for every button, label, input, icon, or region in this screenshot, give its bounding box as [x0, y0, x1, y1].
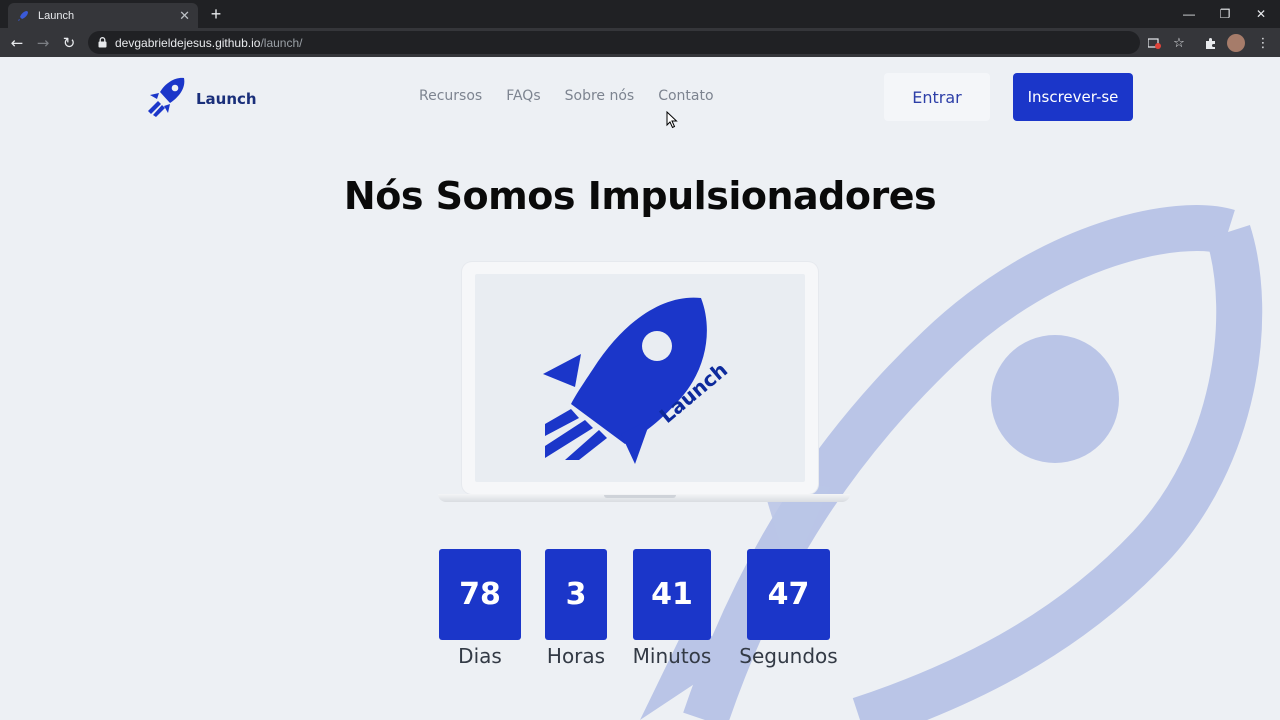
- laptop-screen: Launch: [475, 274, 805, 482]
- signup-button[interactable]: Inscrever-se: [1013, 73, 1133, 121]
- page-content: Launch Recursos FAQs Sobre nós Contato E…: [0, 57, 1280, 720]
- page-title: Nós Somos Impulsionadores: [343, 174, 937, 218]
- logo-text: Launch: [196, 90, 257, 108]
- rocket-favicon-icon: [16, 9, 30, 23]
- tab-close-icon[interactable]: ✕: [179, 8, 190, 24]
- logo[interactable]: Launch: [146, 76, 257, 122]
- laptop-notch: [604, 495, 676, 498]
- restore-button[interactable]: ❐: [1208, 0, 1242, 28]
- url-host: devgabrieldejesus.github.io: [115, 35, 261, 50]
- rocket-logo-icon: [146, 76, 188, 122]
- login-button[interactable]: Entrar: [884, 73, 990, 121]
- extensions-puzzle-icon[interactable]: [1199, 32, 1221, 54]
- countdown-seconds-value: 47: [747, 549, 830, 640]
- blocked-popup-icon[interactable]: [1143, 32, 1165, 54]
- laptop-illustration: Launch: [438, 262, 850, 502]
- main-nav: Recursos FAQs Sobre nós Contato: [419, 88, 714, 104]
- countdown-hours: 3 Horas: [545, 549, 607, 668]
- countdown-days-value: 78: [439, 549, 521, 640]
- new-tab-button[interactable]: +: [206, 4, 226, 24]
- back-icon[interactable]: ←: [4, 30, 30, 56]
- browser-tab[interactable]: Launch ✕: [8, 3, 198, 28]
- nav-link-contato[interactable]: Contato: [658, 88, 713, 104]
- countdown-hours-value: 3: [545, 549, 607, 640]
- launch-rocket-logo-icon: Launch: [543, 297, 732, 464]
- laptop-screen-frame: Launch: [462, 262, 818, 494]
- countdown-minutes: 41 Minutos: [633, 549, 711, 668]
- profile-avatar[interactable]: [1225, 32, 1247, 54]
- nav-link-faqs[interactable]: FAQs: [506, 88, 540, 104]
- url-path: /launch/: [260, 35, 303, 50]
- close-window-button[interactable]: ✕: [1244, 0, 1278, 28]
- countdown-seconds: 47 Segundos: [739, 549, 838, 668]
- address-bar[interactable]: devgabrieldejesus.github.io/launch/: [88, 31, 1140, 54]
- nav-link-recursos[interactable]: Recursos: [419, 88, 482, 104]
- forward-icon[interactable]: →: [30, 30, 56, 56]
- minimize-button[interactable]: —: [1172, 0, 1206, 28]
- countdown-days: 78 Dias: [439, 549, 521, 668]
- bookmark-star-icon[interactable]: ☆: [1168, 32, 1190, 54]
- mouse-cursor-icon: [666, 110, 678, 133]
- tab-title: Launch: [38, 9, 75, 22]
- menu-kebab-icon[interactable]: ⋮: [1252, 32, 1274, 54]
- countdown-seconds-label: Segundos: [739, 644, 838, 668]
- nav-link-sobre-nos[interactable]: Sobre nós: [565, 88, 635, 104]
- browser-tab-strip: Launch ✕ + — ❐ ✕: [0, 0, 1280, 28]
- browser-toolbar: ← → ↻ devgabrieldejesus.github.io/launch…: [0, 28, 1280, 57]
- reload-icon[interactable]: ↻: [56, 30, 82, 56]
- lock-icon: [98, 37, 107, 48]
- countdown-minutes-value: 41: [633, 549, 711, 640]
